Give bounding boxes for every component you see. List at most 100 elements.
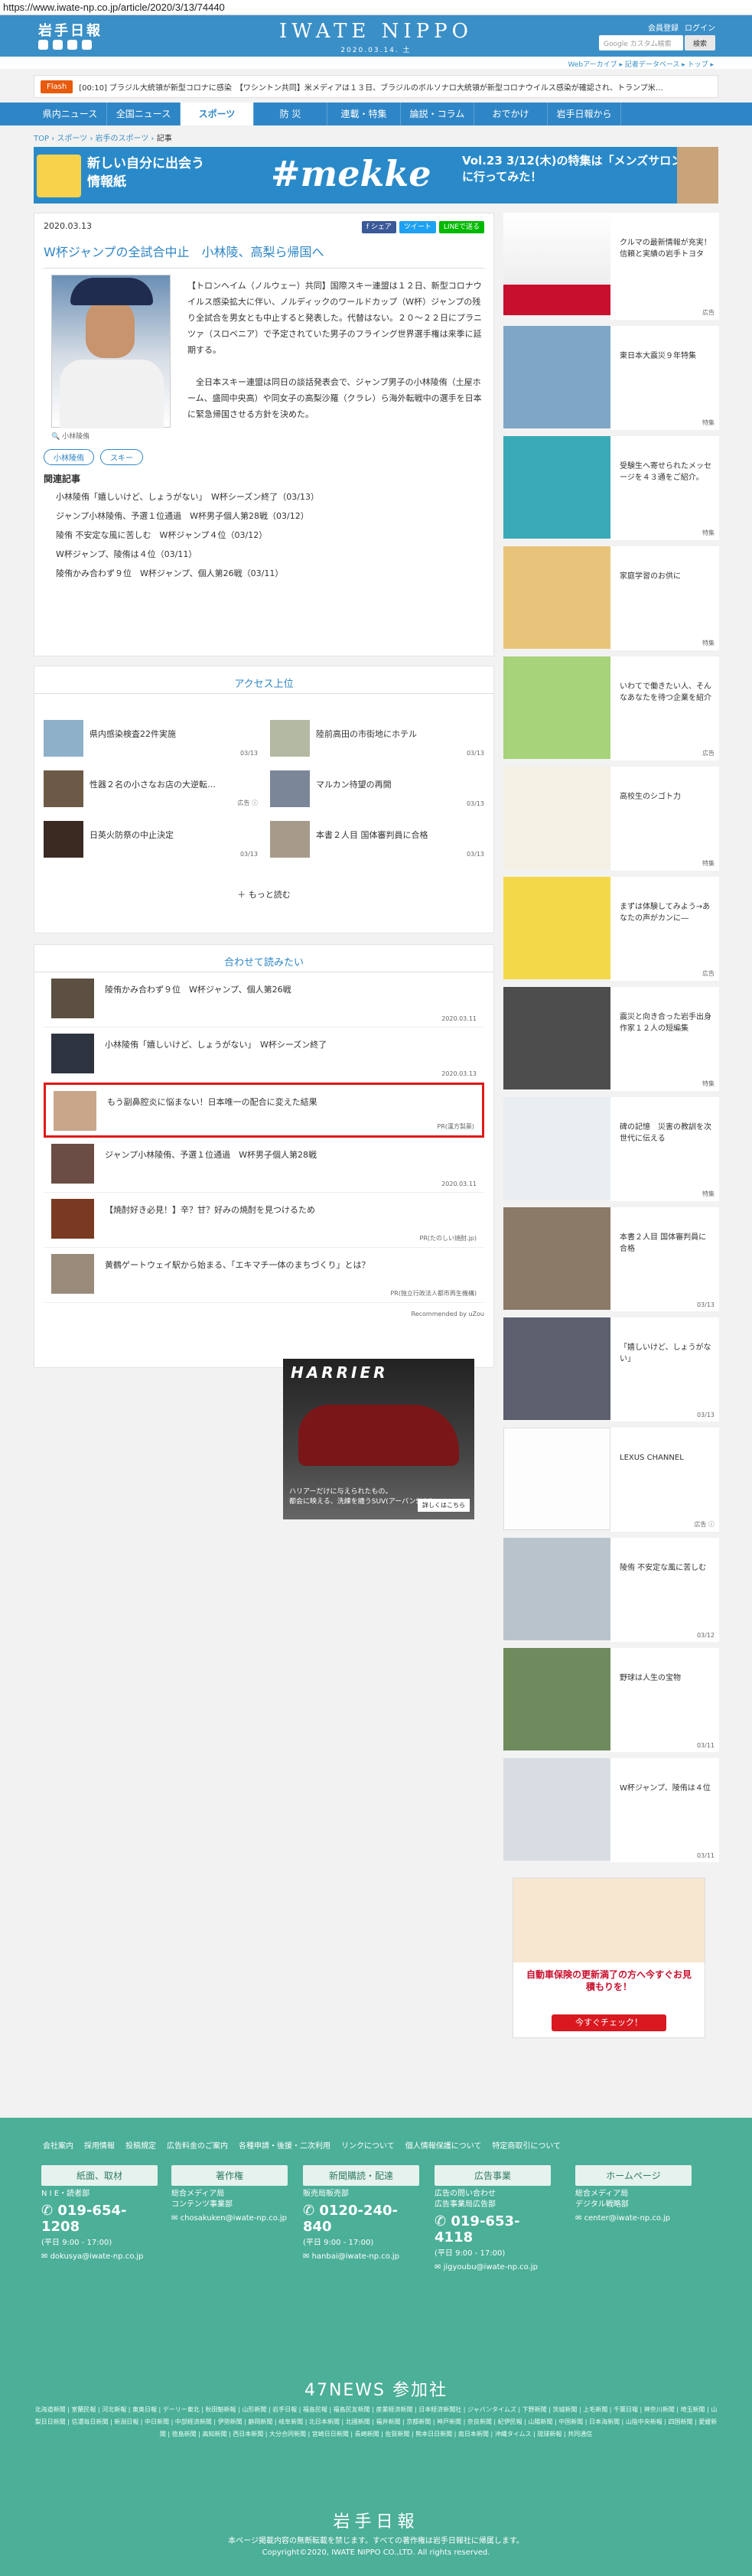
access-item[interactable]: 陸前高田の市街地にホテル 03/13 [270, 715, 484, 760]
footer-phone[interactable]: ✆ 019-653-4118 [435, 2213, 551, 2245]
nav-from-nippo[interactable]: 岩手日報から [548, 103, 621, 125]
facebook-share-button[interactable]: f シェア [361, 221, 396, 233]
side-item[interactable]: 野球は人生の宝物 03/11 [503, 1648, 719, 1752]
reco-item-source: 2020.03.11 [441, 1015, 477, 1022]
tag-ski[interactable]: スキー [100, 449, 143, 465]
footer-phone[interactable]: ✆ 019-654-1208 [41, 2203, 158, 2235]
footer-mail[interactable]: ✉ center@iwate-np.co.jp [575, 2213, 692, 2224]
article-photo[interactable] [51, 275, 171, 428]
nav-series[interactable]: 連載・特集 [327, 103, 401, 125]
reco-item-source: 2020.03.13 [441, 1070, 477, 1077]
reco-item-highlighted[interactable]: もう副鼻腔炎に悩まない！日本唯一の配合に変えた結果 PR(漢方製薬) [44, 1083, 484, 1138]
search-input[interactable]: Google カスタム検索 [599, 35, 683, 50]
side-thumb [503, 1648, 610, 1750]
access-item[interactable]: 県内感染検査22件実施 03/13 [44, 715, 258, 760]
side-thumb [503, 326, 610, 428]
side-bg [610, 987, 719, 1091]
flash-news-bar[interactable]: Flash [00:10] ブラジル大統領が新型コロナに感染 【ワシントン共同】… [34, 75, 718, 98]
side-item[interactable]: いわてで働きたい人、そんなあなたを待つ企業を紹介 広告 [503, 656, 719, 760]
side-item[interactable]: W杯ジャンプ、陵侑は４位 03/11 [503, 1758, 719, 1862]
side-thumb [503, 1538, 610, 1640]
nav-sports[interactable]: スポーツ [181, 103, 254, 125]
footer-phone[interactable]: ✆ 0120-240-840 [303, 2203, 419, 2235]
harrier-title: HARRIER [291, 1363, 389, 1382]
mail-icon: ✉ [303, 2252, 310, 2261]
access-item[interactable]: 本書２人目 国体審判員に合格 03/13 [270, 816, 484, 861]
side-bg [610, 877, 719, 981]
related-item[interactable]: 小林陵侑「嬉しいけど、しょうがない」 W杯シーズン終了（03/13） [56, 487, 319, 506]
crumb-sports[interactable]: スポーツ [57, 135, 87, 143]
access-item[interactable]: 日英火防祭の中止決定 03/13 [44, 816, 258, 861]
reco-item[interactable]: 陵侑かみ合わず９位 W杯ジャンプ、個人第26戦 2020.03.11 [44, 972, 484, 1027]
side-item[interactable]: 「嬉しいけど、しょうがない」 03/13 [503, 1317, 719, 1422]
related-item[interactable]: 陵侑かみ合わず９位 W杯ジャンプ、個人第26戦（03/11） [56, 564, 319, 583]
line-share-button[interactable]: LINEで送る [438, 221, 484, 233]
footer-link[interactable]: 各種申請・後援・二次利用 [239, 2139, 330, 2151]
footer-link[interactable]: 特定商取引について [492, 2139, 561, 2151]
reco-item[interactable]: ジャンプ小林陵侑、予選１位通過 W杯男子個人第28戦 2020.03.11 [44, 1138, 484, 1193]
nav-outing[interactable]: おでかけ [474, 103, 548, 125]
reco-item[interactable]: 黄鶴ゲートウェイ駅から始まる、「エキマチ一体のまちづくり」とは？ PR(独立行政法… [44, 1248, 484, 1303]
side-item-text: 「嬉しいけど、しょうがない」 [620, 1343, 711, 1363]
crumb-top[interactable]: TOP [34, 135, 49, 143]
side-item[interactable]: まずは体験してみよう→あなたの声がカンに― 広告 [503, 877, 719, 981]
footer-mail[interactable]: ✉ hanbai@iwate-np.co.jp [303, 2252, 419, 2262]
tweet-button[interactable]: ツイート [399, 221, 436, 233]
nav-local-news[interactable]: 県内ニュース [34, 103, 107, 125]
recommend-powered[interactable]: Recommended by uZou [44, 1303, 484, 1317]
mail-icon: ✉ [171, 2214, 178, 2223]
footer-mail[interactable]: ✉ chosakuken@iwate-np.co.jp [171, 2213, 288, 2224]
related-item[interactable]: W杯ジャンプ、陵侑は４位（03/11） [56, 545, 319, 564]
url-bar[interactable]: https://www.iwate-np.co.jp/article/2020/… [0, 0, 752, 15]
footer-link[interactable]: 広告料金のご案内 [167, 2139, 228, 2151]
nav-disaster[interactable]: 防 災 [254, 103, 327, 125]
footer-box-title: 著作権 [171, 2165, 288, 2186]
reco-item[interactable]: 小林陵侑「嬉しいけど、しょうがない」 W杯シーズン終了 2020.03.13 [44, 1027, 484, 1083]
footer-phone-number: 0120-240-840 [303, 2203, 398, 2235]
side-item[interactable]: 高校生のシゴト力 特集 [503, 767, 719, 871]
side-item[interactable]: 本書２人目 国体審判員に合格 03/13 [503, 1207, 719, 1311]
header-sublinks[interactable]: Webアーカイブ ▸ 記者データベース ▸ トップ ▸ [0, 57, 752, 69]
side-item[interactable]: 東日本大震災９年特集 特集 [503, 326, 719, 430]
related-item[interactable]: 陵侑 不安定な風に苦しむ W杯ジャンプ４位（03/12） [56, 526, 319, 545]
reco-item[interactable]: 【焼酎好き必見！】辛？甘？好みの焼酎を見つけるため PR(たのしい焼酎.jp) [44, 1193, 484, 1248]
insurance-ad[interactable]: 自動車保険の更新満了の方へ今すぐお見積もりを！ 今すぐチェック！ [513, 1877, 705, 2038]
related-list: 小林陵侑「嬉しいけど、しょうがない」 W杯シーズン終了（03/13） ジャンプ小… [56, 487, 319, 583]
footer-mail[interactable]: ✉ dokusya@iwate-np.co.jp [41, 2252, 158, 2262]
search-button[interactable]: 検索 [685, 35, 715, 50]
side-item[interactable]: 家庭学習のお供に 特集 [503, 546, 719, 650]
access-item-date: 03/13 [239, 750, 258, 757]
side-item[interactable]: 陵侑 不安定な風に苦しむ 03/12 [503, 1538, 719, 1642]
nav-column[interactable]: 論説・コラム [401, 103, 474, 125]
side-item[interactable]: 碑の記憶 災害の教訓を次世代に伝える 特集 [503, 1097, 719, 1201]
news47-papers[interactable]: 北海道新聞 | 室蘭民報 | 河北新報 | 東奥日報 | デーリー東北 | 秋田… [34, 2404, 718, 2441]
footer-link[interactable]: 投稿規定 [125, 2139, 156, 2151]
footer-mail[interactable]: ✉ jigyoubu@iwate-np.co.jp [435, 2262, 551, 2273]
register-link[interactable]: 会員登録 [648, 21, 679, 33]
tag-kobayashi[interactable]: 小林陵侑 [44, 449, 94, 465]
footer-link[interactable]: 会社案内 [43, 2139, 73, 2151]
access-item[interactable]: 性器２名の小さなお店の大逆転… 広告 ⓘ [44, 766, 258, 810]
share-buttons: f シェア ツイート LINEで送る [361, 221, 484, 233]
footer-link[interactable]: リンクについて [341, 2139, 395, 2151]
footer-link[interactable]: 採用情報 [84, 2139, 115, 2151]
crumb-iwate-sports[interactable]: 岩手のスポーツ [96, 135, 149, 143]
login-link[interactable]: ログイン [685, 21, 715, 33]
harrier-ad[interactable]: HARRIER ハリアーだけに与えられたもの。 都会に映える、洗練を纏うSUV(… [283, 1359, 474, 1519]
article: 2020.03.13 f シェア ツイート LINEで送る W杯ジャンプの全試合… [34, 213, 494, 656]
harrier-detail-button[interactable]: 詳しくはこちら [418, 1499, 470, 1512]
reco-item-source: 2020.03.11 [441, 1181, 477, 1187]
mekke-banner[interactable]: 新しい自分に出会う 情報紙 #mekke Vol.23 3/12(木)の特集は「… [34, 147, 718, 204]
access-thumb [44, 821, 83, 858]
footer-link[interactable]: 個人情報保護について [405, 2139, 482, 2151]
side-item[interactable]: LEXUS CHANNEL 広告 ⓘ [503, 1428, 719, 1532]
side-item[interactable]: 震災と向き合った岩手出身作家１２人の短編集 特集 [503, 987, 719, 1091]
flash-text[interactable]: [00:10] ブラジル大統領が新型コロナに感染 【ワシントン共同】米メディアは… [79, 81, 663, 93]
side-item[interactable]: 受験生へ寄せられたメッセージを４３通をご紹介。 特集 [503, 436, 719, 540]
related-item[interactable]: ジャンプ小林陵侑、予選１位通過 W杯男子個人第28戦（03/12） [56, 506, 319, 526]
access-item[interactable]: マルカン待望の再開 03/13 [270, 766, 484, 810]
more-button[interactable]: ＋ もっと読む [34, 888, 493, 900]
insurance-check-button[interactable]: 今すぐチェック！ [552, 2014, 666, 2031]
nav-national-news[interactable]: 全国ニュース [107, 103, 181, 125]
side-item[interactable]: クルマの最新情報が充実！信頼と実績の岩手トヨタ 広告 [503, 213, 719, 320]
